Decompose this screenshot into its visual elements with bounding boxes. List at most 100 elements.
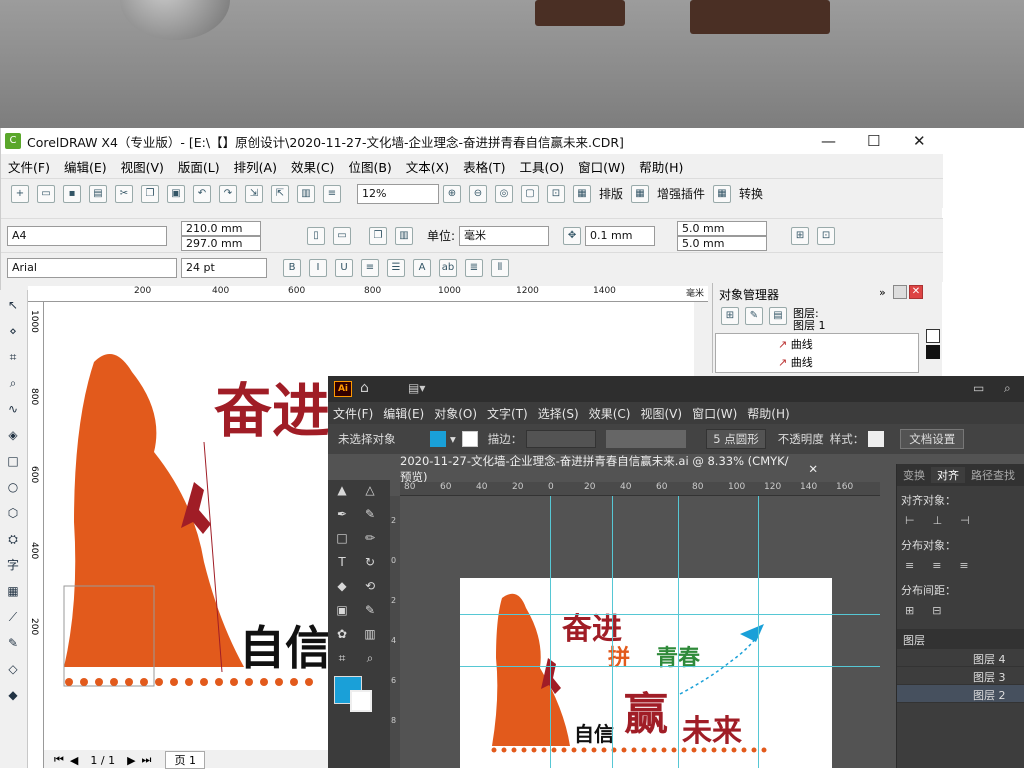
home-icon[interactable]: ⌂ (360, 380, 369, 396)
pen-tool-icon[interactable]: ✒ (332, 507, 352, 525)
ellipse-tool-icon[interactable]: ○ (3, 477, 23, 497)
fill-dropdown-icon[interactable]: ▾ (450, 432, 456, 446)
italic-icon[interactable]: I (309, 258, 327, 277)
menu-effects[interactable]: 效果(C) (284, 157, 341, 176)
black-swatch[interactable] (926, 345, 940, 359)
page-height-field[interactable]: 297.0 mm (181, 235, 261, 251)
align-icons-row[interactable]: ⊢⊥⊣ (897, 510, 1024, 531)
tab-transform[interactable]: 变换 (897, 467, 931, 483)
vertical-text-icon[interactable]: ⦀ (491, 258, 509, 277)
direct-select-icon[interactable]: △ (360, 483, 380, 501)
treat-as-filled-icon[interactable]: ⊡ (817, 226, 836, 245)
ai-menu-window[interactable]: 窗口(W) (687, 405, 742, 422)
current-page-icon[interactable]: ▥ (395, 226, 413, 245)
maximize-icon[interactable]: ☐ (867, 132, 880, 150)
eraser-tool-icon[interactable]: ◆ (332, 579, 352, 597)
save-icon[interactable]: ▪ (63, 184, 81, 203)
first-page-icon[interactable]: ⏮ (54, 753, 64, 767)
dropcap-icon[interactable]: A (413, 258, 431, 277)
menu-text[interactable]: 文本(X) (399, 157, 456, 176)
menu-file[interactable]: 文件(F) (1, 157, 57, 176)
zoom-tool-icon[interactable]: ⌕ (360, 651, 380, 669)
bold-icon[interactable]: B (283, 258, 301, 277)
new-icon[interactable]: + (11, 184, 29, 203)
copy-icon[interactable]: ❐ (141, 184, 159, 203)
type-tool-icon[interactable]: T (332, 555, 352, 573)
stroke-color-box[interactable] (350, 690, 372, 712)
ai-menu-effect[interactable]: 效果(C) (584, 405, 636, 422)
page-size-select[interactable]: A4 (7, 225, 167, 246)
font-size-select[interactable]: 24 pt (181, 257, 267, 278)
landscape-icon[interactable]: ▭ (333, 226, 351, 245)
smart-fill-icon[interactable]: ◈ (3, 425, 23, 445)
ai-menu-file[interactable]: 文件(F) (328, 405, 378, 422)
menu-layout[interactable]: 版面(L) (171, 157, 227, 176)
minimize-icon[interactable]: — (821, 132, 836, 150)
horizontal-text-icon[interactable]: ≣ (465, 258, 483, 277)
last-page-icon[interactable]: ⏭ (142, 753, 152, 767)
list-item[interactable]: ↗ 曲线 (716, 352, 918, 370)
publish-icon[interactable]: ▥ (297, 184, 315, 203)
edit-text-icon[interactable]: ab (439, 258, 457, 277)
selection-tool-icon[interactable]: ▲ (332, 483, 352, 501)
prev-page-icon[interactable]: ◀ (70, 754, 78, 767)
outline-tool-icon[interactable]: ◇ (3, 659, 23, 679)
graph-tool-icon[interactable]: ▥ (360, 627, 380, 645)
document-setup-button[interactable]: 文档设置 (900, 429, 965, 449)
docker-collapse-icon[interactable]: » (879, 286, 886, 299)
enhance-plugin-button[interactable]: 增强插件 (657, 185, 705, 202)
fill-swatch[interactable] (430, 431, 446, 447)
page-tab[interactable]: 页 1 (165, 751, 205, 769)
docker-minimize-icon[interactable] (893, 285, 907, 299)
tab-align[interactable]: 对齐 (931, 467, 965, 483)
polygon-tool-icon[interactable]: ⬡ (3, 503, 23, 523)
ai-menu-type[interactable]: 文字(T) (482, 405, 533, 422)
zoom-in-icon[interactable]: ⊕ (443, 184, 461, 203)
table-tool-icon[interactable]: ▦ (3, 581, 23, 601)
menu-view[interactable]: 视图(V) (114, 157, 171, 176)
shape-tool-icon[interactable]: ⋄ (3, 321, 23, 341)
menu-help[interactable]: 帮助(H) (632, 157, 690, 176)
tab-close-icon[interactable]: ✕ (808, 462, 818, 476)
symbol-tool-icon[interactable]: ✿ (332, 627, 352, 645)
menu-tools[interactable]: 工具(O) (513, 157, 572, 176)
layer-row[interactable]: 图层 4 (897, 649, 1024, 667)
undo-icon[interactable]: ↶ (193, 184, 211, 203)
no-color-swatch[interactable] (926, 329, 940, 343)
opacity-label[interactable]: 不透明度 (778, 431, 824, 447)
list-item[interactable]: ↗ 曲线 (716, 334, 918, 352)
menu-edit[interactable]: 编辑(E) (57, 157, 114, 176)
stroke-weight-field[interactable] (526, 430, 597, 448)
dup-x-field[interactable]: 5.0 mm (677, 220, 768, 236)
eyedropper-icon[interactable]: ✎ (3, 633, 23, 653)
search-icon[interactable]: ⌕ (1004, 381, 1011, 396)
zoom-width-icon[interactable]: ⊡ (547, 184, 565, 203)
dup-y-field[interactable]: 5.0 mm (677, 235, 768, 251)
redo-icon[interactable]: ↷ (219, 184, 237, 203)
portrait-icon[interactable]: ▯ (307, 226, 325, 245)
ai-menu-help[interactable]: 帮助(H) (742, 405, 794, 422)
document-tab[interactable]: 2020-11-27-文化墙-企业理念-奋进拼青春自信赢未来.ai @ 8.33… (390, 454, 818, 484)
zoom-page-icon[interactable]: ▢ (521, 184, 539, 203)
workspace-icon[interactable]: ▤▾ (408, 381, 425, 395)
export-icon[interactable]: ⇱ (271, 184, 289, 203)
fill-stroke-widget[interactable] (328, 672, 390, 720)
layout-button[interactable]: 排版 (599, 185, 623, 202)
variable-width-field[interactable] (606, 430, 687, 448)
next-page-icon[interactable]: ▶ (127, 754, 135, 767)
tab-pathfinder[interactable]: 路径查找 (965, 467, 1021, 483)
bullet-icon[interactable]: ☰ (387, 258, 405, 277)
zoom-select[interactable]: 12% (357, 183, 439, 204)
panel-toggle-icon[interactable]: ▭ (973, 381, 984, 395)
gradient-tool-icon[interactable]: ▣ (332, 603, 352, 621)
rotate-tool-icon[interactable]: ↻ (360, 555, 380, 573)
stroke-swatch[interactable] (461, 431, 478, 447)
edit-across-layers-icon[interactable]: ✎ (745, 307, 763, 325)
page-width-field[interactable]: 210.0 mm (181, 220, 261, 236)
basic-shapes-icon[interactable]: ⛭ (3, 529, 23, 549)
crop-tool-icon[interactable]: ⌗ (3, 347, 23, 367)
cut-icon[interactable]: ✂ (115, 184, 133, 203)
zoom-fit-icon[interactable]: ◎ (495, 184, 513, 203)
align-icon[interactable]: ≡ (361, 258, 379, 277)
layer-manager-icon[interactable]: ▤ (769, 307, 787, 325)
